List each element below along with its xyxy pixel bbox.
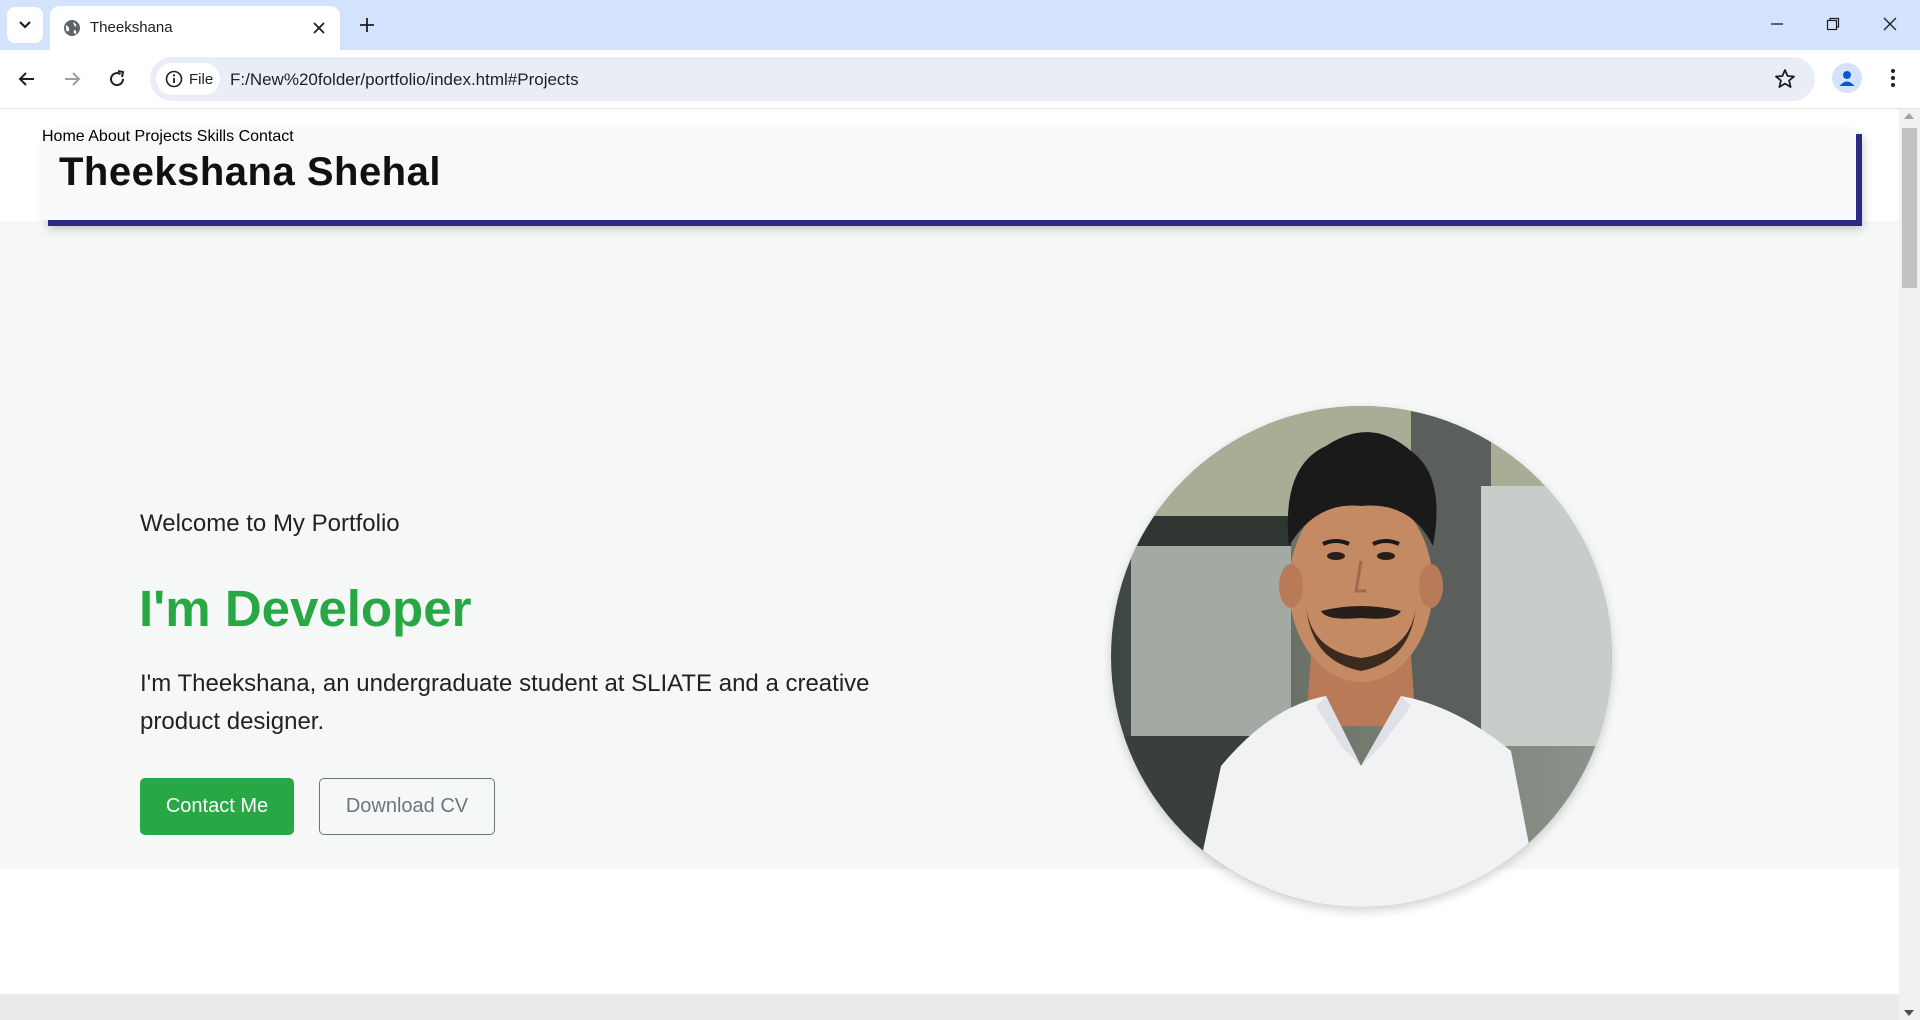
scroll-down-icon[interactable] xyxy=(1904,1010,1914,1016)
back-icon[interactable] xyxy=(9,61,45,97)
window-close-icon[interactable] xyxy=(1862,8,1918,40)
menu-icon[interactable] xyxy=(1880,63,1906,93)
nav-projects[interactable]: Projects xyxy=(135,128,193,145)
hero-section: Welcome to My Portfolio I'm Developer I'… xyxy=(0,221,1899,907)
reload-icon[interactable] xyxy=(99,61,135,97)
info-icon xyxy=(165,70,183,88)
minimize-icon[interactable] xyxy=(1749,8,1805,40)
close-icon[interactable] xyxy=(308,17,330,39)
site-brand[interactable]: Theekshana Shehal xyxy=(59,150,441,195)
tab-search-icon[interactable] xyxy=(7,7,43,43)
browser-toolbar: File F:/New%20folder/portfolio/index.htm… xyxy=(0,50,1920,109)
scrollbar-thumb[interactable] xyxy=(1902,128,1917,288)
address-bar[interactable]: File F:/New%20folder/portfolio/index.htm… xyxy=(150,57,1815,101)
profile-icon[interactable] xyxy=(1832,63,1862,93)
nav-home[interactable]: Home xyxy=(42,128,85,145)
page-scrollbar[interactable] xyxy=(1899,109,1920,1020)
hero-welcome: Welcome to My Portfolio xyxy=(140,510,400,537)
nav-contact[interactable]: Contact xyxy=(239,128,294,145)
chip-label: File xyxy=(189,70,214,88)
contact-me-button[interactable]: Contact Me xyxy=(140,778,294,835)
profile-photo xyxy=(1111,406,1612,907)
site-header: Theekshana Shehal Home About Projects Sk… xyxy=(42,128,1856,220)
plus-icon[interactable] xyxy=(352,10,382,40)
restore-icon[interactable] xyxy=(1805,8,1861,40)
page-viewport: Theekshana Shehal Home About Projects Sk… xyxy=(0,109,1899,1020)
globe-icon xyxy=(64,20,80,36)
tab-title: Theekshana xyxy=(90,19,173,36)
forward-icon[interactable] xyxy=(54,61,90,97)
hero-intro: I'm Theekshana, an undergraduate student… xyxy=(140,670,870,735)
nav-skills[interactable]: Skills xyxy=(197,128,234,145)
hero-headline: I'm Developer xyxy=(139,580,472,637)
download-cv-button[interactable]: Download CV xyxy=(319,778,495,835)
tab-strip: Theekshana xyxy=(0,0,1920,50)
star-icon[interactable] xyxy=(1773,67,1797,91)
nav-about[interactable]: About xyxy=(88,128,130,145)
scroll-up-icon[interactable] xyxy=(1904,113,1914,119)
browser-tab[interactable]: Theekshana xyxy=(50,6,340,50)
url-text[interactable]: F:/New%20folder/portfolio/index.html#Pro… xyxy=(230,70,579,90)
next-section-edge xyxy=(0,994,1899,1020)
site-info-chip[interactable]: File xyxy=(156,63,220,95)
